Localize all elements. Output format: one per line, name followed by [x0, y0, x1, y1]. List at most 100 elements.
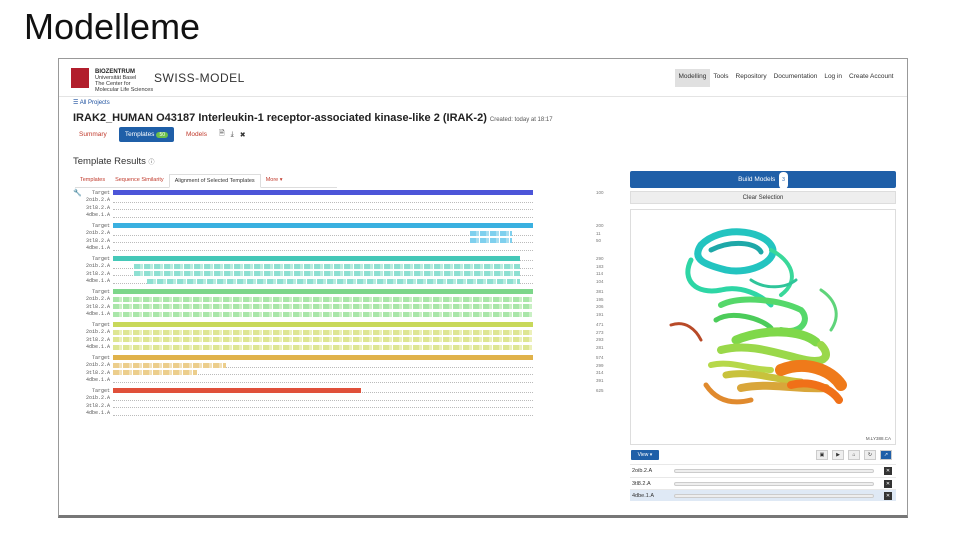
subtab-sequence-similarity[interactable]: Sequence Similarity	[110, 174, 169, 187]
alignment-row-position: 574	[596, 355, 604, 360]
alignment-sequence	[113, 263, 533, 269]
alignment-sequence	[113, 344, 533, 350]
main-nav: Modelling Tools Repository Documentation…	[675, 69, 897, 87]
alignment-row-label: Target	[91, 354, 110, 361]
opacity-slider[interactable]	[674, 481, 874, 486]
alignment-sequence	[113, 362, 533, 368]
subtab-templates[interactable]: Templates	[75, 174, 110, 187]
alignment-row: 3tl8.2.A 114	[81, 270, 603, 277]
alignment-row-label: 2oib.2.A	[85, 197, 110, 203]
nav-login[interactable]: Log in	[821, 69, 846, 87]
app-name[interactable]: SWISS-MODEL	[154, 71, 245, 85]
tab-templates[interactable]: Templates 50	[118, 127, 174, 142]
template-row[interactable]: 3tl8.2.A ✕	[630, 476, 896, 489]
alignment-sequence	[113, 246, 533, 251]
alignment-row: Target 471	[81, 321, 604, 328]
alignment-row-position: 191	[596, 311, 604, 317]
alignment-row-label: Target	[91, 288, 110, 295]
alignment-row: 2oib.2.A	[81, 395, 591, 402]
aligned-segment	[113, 289, 533, 294]
biozentrum-logo	[71, 68, 89, 88]
alignment-sequence	[113, 322, 533, 327]
alignment-row-position: 206	[596, 304, 604, 309]
tab-summary[interactable]: Summary	[73, 127, 113, 142]
subtab-more[interactable]: More ▾	[261, 174, 288, 187]
file-icon[interactable]: 🗎	[219, 129, 225, 140]
nav-repository[interactable]: Repository	[732, 69, 770, 87]
alignment-row-position: 100	[596, 190, 604, 195]
nav-create-account[interactable]: Create Account	[846, 69, 897, 87]
alignment-row-label: 3tl8.2.A	[85, 336, 110, 343]
template-name: 4dbe.1.A	[632, 493, 655, 499]
alignment-row-position: 625	[596, 388, 604, 393]
info-icon[interactable]: ⓘ	[149, 160, 155, 166]
aligned-segment	[113, 190, 533, 195]
alignment-sequence	[113, 311, 533, 317]
snapshot-icon[interactable]: ▣	[816, 450, 828, 460]
template-row[interactable]: 2oib.2.A ✕	[630, 464, 896, 476]
opacity-slider[interactable]	[674, 494, 874, 498]
alignment-row-label: 4dbe.1.A	[85, 212, 110, 218]
alignment-row: 2oib.2.A	[81, 197, 591, 204]
template-name: 3tl8.2.A	[632, 480, 651, 487]
results-subtabs: Templates Sequence Similarity Alignment …	[75, 174, 337, 188]
protein-structure-3d	[669, 228, 847, 405]
aligned-segment	[113, 388, 361, 393]
alignment-sequence	[113, 256, 533, 261]
close-icon[interactable]: ✖	[240, 131, 246, 139]
structure-viewer[interactable]: M.LY388.CA	[630, 209, 896, 445]
download-icon[interactable]: ⤓	[231, 131, 234, 139]
alignment-row-position: 281	[596, 344, 604, 350]
alignment-row-label: 2oib.2.A	[85, 329, 110, 335]
alignment-sequence	[113, 388, 533, 393]
opacity-slider[interactable]	[674, 469, 874, 473]
remove-template-icon[interactable]: ✕	[884, 479, 892, 488]
clear-selection-button[interactable]: Clear Selection	[630, 191, 896, 204]
template-name: 2oib.2.A	[632, 468, 653, 474]
alignment-row-position: 11	[596, 230, 601, 236]
alignment-row: Target 200	[81, 222, 604, 229]
aligned-segment	[113, 296, 533, 302]
alignment-row: 3tl8.2.A	[81, 402, 591, 409]
tab-templates-label: Templates	[124, 131, 155, 138]
alignment-row: 2oib.2.A 11	[81, 230, 601, 237]
home-icon[interactable]: ⌂	[848, 450, 860, 460]
aligned-segment	[113, 337, 533, 342]
build-models-button[interactable]: Build Models 3	[630, 171, 896, 189]
alignment-sequence	[113, 296, 533, 302]
all-projects-link[interactable]: ☰ All Projects	[73, 99, 110, 106]
view-dropdown[interactable]: View ▾	[631, 450, 659, 460]
alignment-row-label: Target	[91, 321, 110, 328]
alignment-row: Target 290	[81, 255, 604, 262]
alignment-sequence	[113, 205, 533, 210]
refresh-icon[interactable]: ↻	[864, 450, 876, 460]
remove-template-icon[interactable]: ✕	[884, 492, 892, 500]
tab-models[interactable]: Models	[180, 127, 213, 142]
alignment-row-position: 391	[596, 377, 604, 383]
alignment-row-label: 4dbe.1.A	[85, 344, 110, 350]
alignment-row: 4dbe.1.A	[81, 245, 591, 252]
alignment-row-position: 314	[596, 370, 604, 375]
alignment-row-label: 2oib.2.A	[85, 230, 110, 236]
alignment-row-label: Target	[91, 255, 110, 262]
nav-modelling[interactable]: Modelling	[675, 69, 710, 87]
alignment-row-label: 4dbe.1.A	[85, 410, 110, 416]
subtab-alignment[interactable]: Alignment of Selected Templates	[168, 174, 261, 188]
remove-template-icon[interactable]: ✕	[884, 467, 892, 475]
aligned-segment	[113, 362, 227, 368]
expand-icon[interactable]: ↗	[880, 450, 892, 460]
alignment-row: 2oib.2.A 195	[81, 296, 604, 303]
template-row[interactable]: 4dbe.1.A ✕	[630, 489, 896, 501]
alignment-sequence	[113, 304, 533, 309]
alignment-row-position: 299	[596, 362, 604, 368]
templates-count-badge: 50	[156, 132, 168, 138]
alignment-sequence	[113, 411, 533, 416]
alignment-row-position: 273	[596, 329, 604, 335]
template-results-heading: Template Results ⓘ	[73, 156, 155, 167]
alignment-sequence	[113, 370, 533, 375]
play-icon[interactable]: ▶	[832, 450, 844, 460]
results-title: Template Results	[73, 156, 146, 167]
nav-documentation[interactable]: Documentation	[770, 69, 821, 87]
alignment-row: Target 625	[81, 387, 604, 394]
nav-tools[interactable]: Tools	[710, 69, 732, 87]
